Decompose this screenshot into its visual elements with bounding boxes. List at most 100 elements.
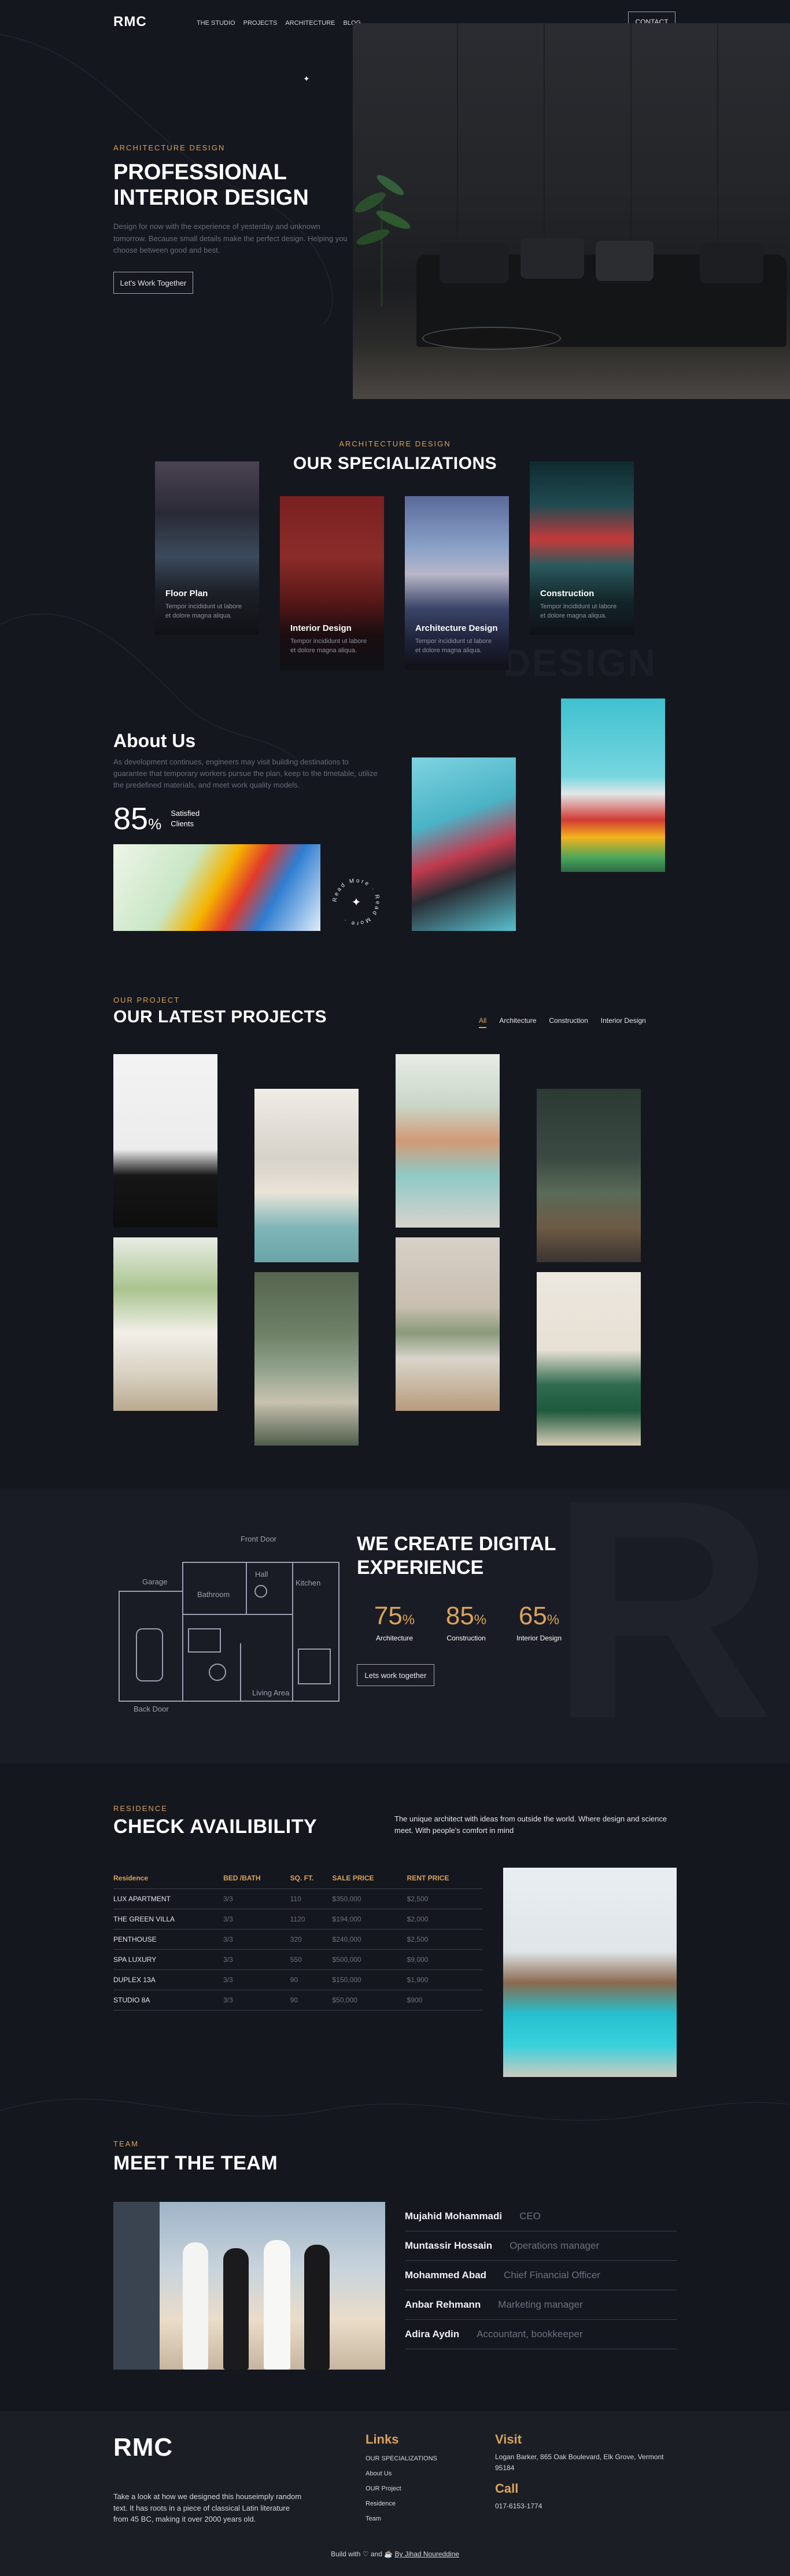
big-r-decoration: R: [549, 1488, 775, 1764]
team-eyebrow: TEAM: [113, 2139, 139, 2148]
read-more-badge[interactable]: Read More · Read More · ✦: [328, 874, 384, 930]
footer-links: Links OUR SPECIALIZATIONS About Us OUR P…: [366, 2432, 437, 2522]
spec-card-desc: Tempor incididunt ut labore et dolore ma…: [165, 603, 242, 619]
footer-credit: Build with ♡ and ☕ By Jihad Noureddine: [0, 2550, 790, 2558]
filter-all[interactable]: All: [479, 1017, 487, 1028]
filter-architecture[interactable]: Architecture: [499, 1017, 536, 1028]
hero-eyebrow: ARCHITECTURE DESIGN: [113, 143, 226, 152]
footer-description: Take a look at how we designed this hous…: [113, 2492, 302, 2523]
spec-card-desc: Tempor incididunt ut labore et dolore ma…: [290, 638, 367, 654]
residence-pool-image: [503, 1868, 677, 2077]
col-sale-price: SALE PRICE: [332, 1868, 407, 1889]
about-image-building-colorful: [113, 844, 320, 931]
hero-title-line2: INTERIOR DESIGN: [113, 185, 309, 210]
stat-interior-design: 65% Interior Design: [516, 1602, 562, 1642]
about-image-curved-facade: [412, 757, 516, 931]
team-list: Mujahid Mohammadi CEO Muntassir Hossain Op…: [405, 2202, 677, 2349]
team-member: Muntassir Hossain Operations manager: [405, 2231, 677, 2261]
spec-title: OUR SPECIALIZATIONS: [293, 454, 497, 473]
spec-card-title: Construction: [540, 589, 595, 598]
about-image-colorful-tower: [561, 698, 665, 872]
satisfied-clients-label: Satisfied Clients: [171, 809, 200, 828]
col-residence: Residence: [113, 1868, 224, 1889]
floorplan-label-kitchen: Kitchen: [296, 1579, 320, 1587]
project-image-dining[interactable]: [254, 1272, 359, 1446]
floorplan-label-back-door: Back Door: [134, 1705, 169, 1713]
spec-card-desc: Tempor incididunt ut labore et dolore ma…: [540, 603, 617, 619]
spec-card-construction[interactable]: Construction Tempor incididunt ut labore…: [530, 461, 634, 635]
table-row: DUPLEX 13A 3/3 90 $150,000 $1,900: [113, 1969, 482, 1990]
footer-link-residence[interactable]: Residence: [366, 2500, 437, 2507]
project-image-living-room[interactable]: [396, 1054, 500, 1228]
table-row: STUDIO 8A 3/3 90 $50,000 $900: [113, 1990, 482, 2010]
spec-card-title: Floor Plan: [165, 589, 208, 598]
spec-card-title: Architecture Design: [415, 623, 498, 633]
table-row: SPA LUXURY 3/3 550 $500,000 $9,000: [113, 1949, 482, 1970]
residence-note: The unique architect with ideas from out…: [394, 1814, 667, 1835]
about-description: As development continues, engineers may …: [113, 757, 378, 790]
project-filters: All Architecture Construction Interior D…: [479, 1017, 646, 1028]
plant-icon: [355, 175, 411, 306]
col-rent-price: RENT PRICE: [407, 1868, 482, 1889]
stat-architecture: 75% Architecture: [374, 1602, 415, 1642]
floorplan-label-front-door: Front Door: [241, 1535, 277, 1543]
projects-title: OUR LATEST PROJECTS: [113, 1007, 327, 1026]
filter-interior-design[interactable]: Interior Design: [601, 1017, 646, 1028]
background-wave: [0, 2098, 790, 2121]
footer-visit-title: Visit: [495, 2432, 522, 2446]
floorplan-drawing: Front Door Garage Bathroom Hall Kitchen …: [119, 1535, 339, 1713]
projects-eyebrow: OUR PROJECT: [113, 996, 180, 1004]
star-icon: ✦: [352, 896, 361, 909]
hero-text: ARCHITECTURE DESIGN PROFESSIONAL INTERIO…: [113, 143, 356, 256]
spec-eyebrow: ARCHITECTURE DESIGN: [339, 439, 451, 448]
floorplan-label-living-area: Living Area: [252, 1688, 290, 1697]
spec-card-desc: Tempor incididunt ut labore et dolore ma…: [415, 638, 492, 654]
footer-link-team[interactable]: Team: [366, 2515, 437, 2522]
residence-eyebrow: RESIDENCE: [113, 1804, 168, 1813]
specializations-header: ARCHITECTURE DESIGN OUR SPECIALIZATIONS: [0, 439, 790, 474]
team-member: Anbar Rehmann Marketing manager: [405, 2290, 677, 2320]
about-stat: 85% Satisfied Clients: [113, 801, 200, 837]
team-member: Mohammed Abad Chief Financial Officer: [405, 2261, 677, 2290]
footer-link-about[interactable]: About Us: [366, 2470, 437, 2477]
hero-description: Design for now with the experience of ye…: [113, 222, 348, 254]
spec-card-floor-plan[interactable]: Floor Plan Tempor incididunt ut labore e…: [155, 461, 259, 635]
project-image-pendant-room[interactable]: [113, 1054, 217, 1228]
project-image-bedroom[interactable]: [254, 1089, 359, 1262]
footer-phone[interactable]: 017-6153-1774: [495, 2502, 680, 2510]
stat-construction: 85% Construction: [445, 1602, 487, 1642]
spec-card-architecture-design[interactable]: Architecture Design Tempor incididunt ut…: [405, 496, 509, 670]
filter-construction[interactable]: Construction: [549, 1017, 588, 1028]
table-row: PENTHOUSE 3/3 320 $240,000 $2,500: [113, 1929, 482, 1950]
footer-built-with: Build with ♡ and ☕: [331, 2550, 393, 2558]
hero-title-line1: PROFESSIONAL: [113, 160, 287, 184]
sparkle-icon: ✦: [303, 74, 310, 83]
floorplan-label-bathroom: Bathroom: [197, 1590, 230, 1599]
project-image-hammock[interactable]: [113, 1237, 217, 1411]
project-image-lounge[interactable]: [396, 1237, 500, 1411]
col-sqft: SQ. FT.: [290, 1868, 333, 1889]
spec-card-title: Interior Design: [290, 623, 352, 633]
team-photo: [113, 2202, 385, 2370]
team-member: Adira Aydin Accountant, bookkeeper: [405, 2320, 677, 2349]
project-image-green-wall[interactable]: [537, 1089, 641, 1262]
residence-title: CHECK AVAILIBILITY: [113, 1816, 318, 1838]
footer-author-link[interactable]: By Jihad Noureddine: [395, 2550, 459, 2558]
table-row: LUX APARTMENT 3/3 110 $350,000 $2,500: [113, 1888, 482, 1909]
lets-work-together-button[interactable]: Lets work together: [357, 1664, 434, 1686]
table-row: THE GREEN VILLA 3/3 1120 $194,000 $2,000: [113, 1909, 482, 1930]
team-member: Mujahid Mohammadi CEO: [405, 2202, 677, 2231]
footer-address: Logan Barker, 865 Oak Boulevard, Elk Gro…: [495, 2453, 664, 2472]
footer-visit: Visit Logan Barker, 865 Oak Boulevard, E…: [495, 2432, 680, 2510]
footer-logo[interactable]: RMC: [113, 2433, 173, 2462]
team-title: MEET THE TEAM: [113, 2152, 278, 2174]
col-bed-bath: BED /BATH: [223, 1868, 290, 1889]
floorplan-label-hall: Hall: [255, 1570, 268, 1579]
floorplan-label-garage: Garage: [142, 1577, 167, 1586]
footer-link-specializations[interactable]: OUR SPECIALIZATIONS: [366, 2455, 437, 2462]
spec-card-interior-design[interactable]: Interior Design Tempor incididunt ut lab…: [280, 496, 384, 670]
work-together-button[interactable]: Let's Work Together: [113, 272, 193, 294]
footer-link-project[interactable]: OUR Project: [366, 2485, 437, 2492]
project-image-green-sofa[interactable]: [537, 1272, 641, 1446]
digital-title: WE CREATE DIGITAL EXPERIENCE: [357, 1533, 556, 1579]
